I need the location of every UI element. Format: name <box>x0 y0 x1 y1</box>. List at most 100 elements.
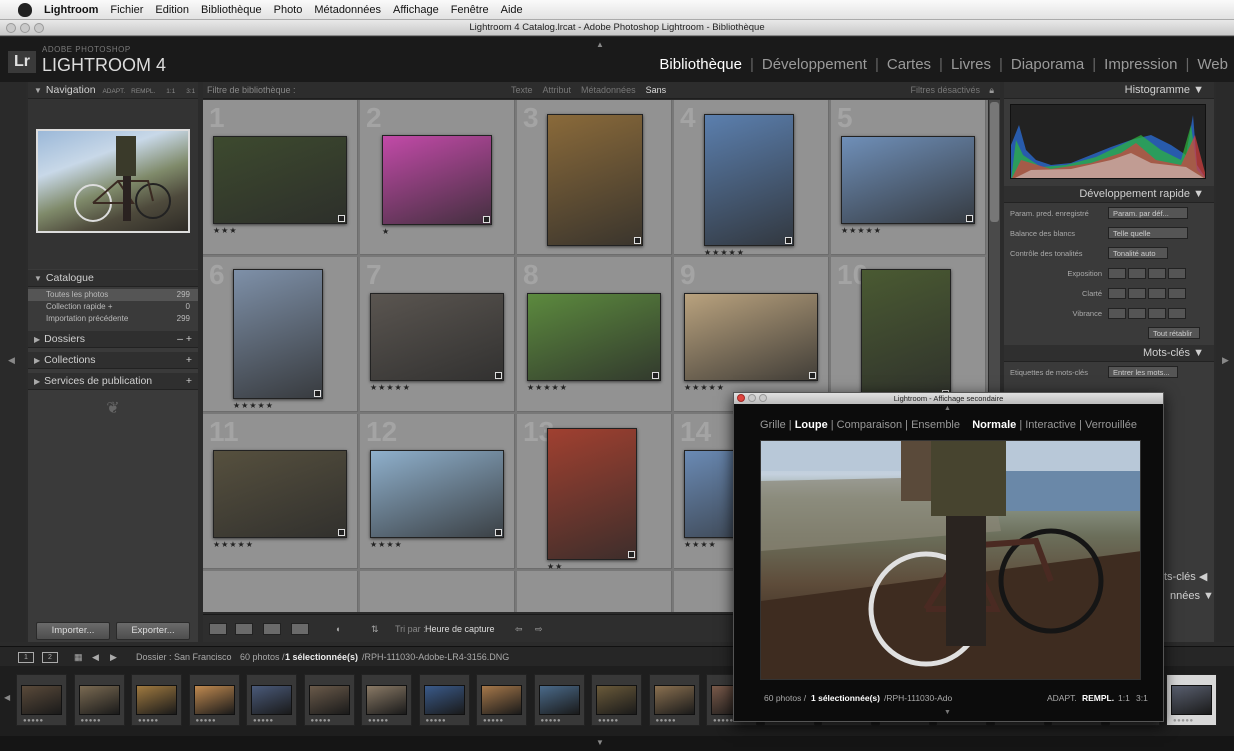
collapse-bottom-arrow-icon[interactable]: ▼ <box>596 738 604 747</box>
zoom-rempl[interactable]: REMPL. <box>1082 693 1114 703</box>
back-arrow-icon[interactable]: ◀ <box>92 647 99 667</box>
photo-thumbnail[interactable] <box>213 136 347 224</box>
keywords-header[interactable]: Mots-clés ▼ <box>1004 345 1214 362</box>
filmstrip-thumbnail[interactable]: ●●●●● <box>476 674 527 726</box>
filter-attribute[interactable]: Attribut <box>543 82 572 99</box>
rating-stars[interactable]: ★ <box>382 227 390 236</box>
sort-select[interactable]: Heure de capture <box>425 615 495 643</box>
nav-opt-adapt[interactable]: ADAPT. <box>102 88 125 95</box>
add-collection-icon[interactable]: + <box>186 352 192 369</box>
edit-badge-icon[interactable] <box>809 372 816 379</box>
module-cartes[interactable]: Cartes <box>887 56 931 73</box>
loupe-verrouillee[interactable]: Verrouillée <box>1085 419 1137 431</box>
reset-all-button[interactable]: Tout rétablir <box>1148 327 1200 339</box>
grid-cell[interactable] <box>203 571 358 612</box>
disclosure-triangle-icon[interactable]: ▶ <box>34 356 40 365</box>
grid-cell[interactable]: 10 <box>831 257 986 412</box>
zoom-secondary-button[interactable] <box>759 394 767 402</box>
survey-view-icon[interactable] <box>291 623 309 635</box>
edit-badge-icon[interactable] <box>634 237 641 244</box>
clarity-up-more-button[interactable] <box>1168 287 1186 299</box>
clarity-down-more-button[interactable] <box>1108 287 1126 299</box>
grid-mode-icon[interactable]: ▦ <box>74 647 83 667</box>
filmstrip-thumbnail[interactable]: ●●●●● <box>648 674 700 726</box>
edit-badge-icon[interactable] <box>652 372 659 379</box>
lock-icon[interactable]: 🔒︎ <box>989 82 994 99</box>
dossiers-header[interactable]: ▶ Dossiers – + <box>28 331 198 348</box>
rating-stars[interactable]: ★★ <box>547 562 563 571</box>
grid-cell[interactable] <box>360 571 515 612</box>
white-balance-select[interactable]: Telle quelle <box>1108 227 1188 239</box>
navigation-header[interactable]: ▼ Navigation ADAPT. REMPL. 1:1 3:1 <box>28 82 198 99</box>
filters-off-label[interactable]: Filtres désactivés <box>910 82 980 99</box>
menu-affichage[interactable]: Affichage <box>393 4 439 16</box>
histogram-header[interactable]: Histogramme ▼ <box>1004 82 1214 99</box>
menu-fenetre[interactable]: Fenêtre <box>451 4 489 16</box>
grid-view-icon[interactable] <box>209 623 227 635</box>
rating-stars[interactable]: ★★★★★ <box>527 383 568 392</box>
forward-arrow-icon[interactable]: ▶ <box>110 647 117 667</box>
filmstrip-thumbnail[interactable]: ●●●●● <box>16 674 67 726</box>
clarity-up-button[interactable] <box>1148 287 1166 299</box>
zoom-window-button[interactable] <box>34 23 44 33</box>
close-window-button[interactable] <box>6 23 16 33</box>
edit-badge-icon[interactable] <box>966 215 973 222</box>
photo-thumbnail[interactable] <box>370 450 504 538</box>
vibrance-up-more-button[interactable] <box>1168 307 1186 319</box>
rating-stars[interactable]: ★★★★★ <box>370 383 411 392</box>
sort-direction-icon[interactable]: ⇅ <box>371 615 379 643</box>
module-impression[interactable]: Impression <box>1104 56 1177 73</box>
module-developpement[interactable]: Développement <box>762 56 867 73</box>
vibrance-up-button[interactable] <box>1148 307 1166 319</box>
compare-view-icon[interactable] <box>263 623 281 635</box>
collapse-top-arrow-icon[interactable]: ▲ <box>596 40 604 49</box>
grid-cell[interactable]: 12 ★★★★ <box>360 414 515 569</box>
grid-cell[interactable]: 2 ★ <box>360 100 515 255</box>
mode-ensemble[interactable]: Ensemble <box>911 419 960 431</box>
grid-cell[interactable]: 6 ★★★★★ <box>203 257 358 412</box>
menu-app[interactable]: Lightroom <box>44 4 98 16</box>
edit-badge-icon[interactable] <box>495 372 502 379</box>
loupe-normale[interactable]: Normale <box>972 419 1016 431</box>
module-bibliotheque[interactable]: Bibliothèque <box>659 56 742 73</box>
clarity-down-button[interactable] <box>1128 287 1146 299</box>
nav-opt-3-1[interactable]: 3:1 <box>186 88 195 95</box>
disclosure-triangle-icon[interactable]: ▼ <box>34 86 42 95</box>
module-livres[interactable]: Livres <box>951 56 991 73</box>
grid-cell[interactable]: 3 <box>517 100 672 255</box>
photo-thumbnail[interactable] <box>704 114 794 246</box>
rating-stars[interactable]: ★★★★★ <box>704 248 745 257</box>
rating-stars[interactable]: ★★★★ <box>370 540 403 549</box>
grid-cell[interactable]: 7 ★★★★★ <box>360 257 515 412</box>
secondary-top-arrow-icon[interactable]: ▲ <box>944 405 951 412</box>
loupe-interactive[interactable]: Interactive <box>1025 419 1076 431</box>
edit-badge-icon[interactable] <box>785 237 792 244</box>
disclosure-triangle-icon[interactable]: ▼ <box>1193 347 1204 359</box>
filter-none[interactable]: Sans <box>646 82 667 99</box>
module-diaporama[interactable]: Diaporama <box>1011 56 1084 73</box>
menu-photo[interactable]: Photo <box>274 4 303 16</box>
grid-cell[interactable]: 9 ★★★★★ <box>674 257 829 412</box>
services-header[interactable]: ▶ Services de publication + <box>28 373 198 390</box>
right-panel-toggle-icon[interactable]: ▶ <box>1222 355 1229 366</box>
exposure-up-more-button[interactable] <box>1168 267 1186 279</box>
edit-badge-icon[interactable] <box>338 529 345 536</box>
grid-cell[interactable]: 11 ★★★★★ <box>203 414 358 569</box>
zoom-adapt[interactable]: ADAPT. <box>1047 693 1077 703</box>
edit-badge-icon[interactable] <box>314 390 321 397</box>
catalogue-item-previous[interactable]: Importation précédente 299 <box>28 313 198 325</box>
disclosure-triangle-icon[interactable]: ▼ <box>1193 188 1204 200</box>
grid-cell[interactable]: 13 ★★ <box>517 414 672 571</box>
mode-comparaison[interactable]: Comparaison <box>837 419 902 431</box>
edit-badge-icon[interactable] <box>483 216 490 223</box>
rating-stars[interactable]: ★★★★ <box>684 540 717 549</box>
metadata-header-partial[interactable]: nnées ▼ <box>1170 590 1214 602</box>
exposure-down-more-button[interactable] <box>1108 267 1126 279</box>
primary-display-icon[interactable]: 1 <box>18 652 34 663</box>
keyword-input[interactable]: Entrer les mots... <box>1108 366 1178 378</box>
filmstrip-thumbnail[interactable]: ●●●●● <box>188 674 240 726</box>
filmstrip-left-arrow-icon[interactable]: ◀ <box>4 693 10 702</box>
zoom-1-1[interactable]: 1:1 <box>1118 693 1130 703</box>
collections-header[interactable]: ▶ Collections + <box>28 352 198 369</box>
scrollbar-thumb[interactable] <box>990 102 999 222</box>
